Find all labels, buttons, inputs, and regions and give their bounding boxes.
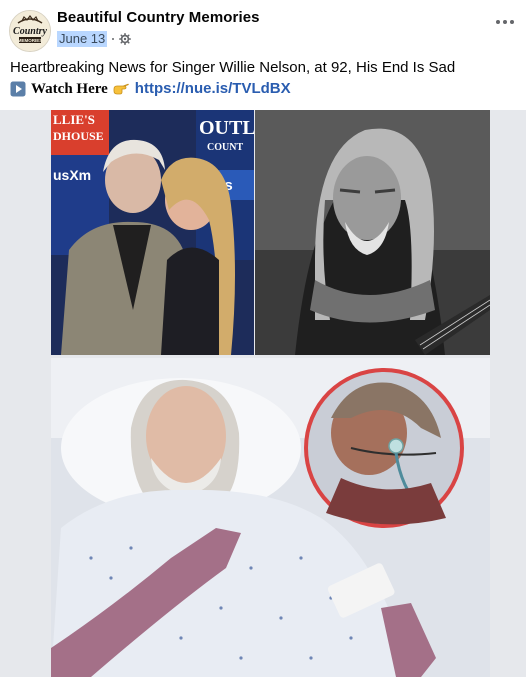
- post-header: Country MEMORIES Beautiful Country Memor…: [0, 0, 526, 56]
- gear-icon[interactable]: [119, 33, 132, 45]
- page-name[interactable]: Beautiful Country Memories: [57, 9, 260, 26]
- pointing-hand-icon: [113, 83, 129, 95]
- post-cta-line: Watch Here https://nue.is/TVLdBX: [10, 79, 520, 99]
- post-meta: June 13: [57, 31, 132, 47]
- photo-guitar-portrait: [255, 110, 490, 355]
- post-headline: Heartbreaking News for Singer Willie Nel…: [10, 59, 456, 76]
- sign-right-mid: COUNT: [207, 142, 243, 153]
- photo-couple: LLIE'S DHOUSE usXm OUTL COUNT irius: [51, 110, 254, 355]
- watch-here-label: Watch Here: [31, 81, 108, 97]
- photo-hospital: [51, 358, 490, 677]
- sign-right-top: OUTL: [199, 117, 254, 139]
- more-options-icon[interactable]: [494, 17, 516, 27]
- post-link[interactable]: https://nue.is/TVLdBX: [135, 79, 291, 99]
- sign-left-top: LLIE'S: [53, 112, 95, 127]
- country-memories-logo: Country MEMORIES: [10, 11, 50, 51]
- page-avatar[interactable]: Country MEMORIES: [9, 10, 51, 52]
- meta-separator: [112, 38, 115, 40]
- post-image[interactable]: LLIE'S DHOUSE usXm OUTL COUNT irius: [0, 110, 526, 677]
- avatar-logo-word1: Country: [13, 26, 47, 37]
- post-date[interactable]: June 13: [57, 31, 108, 47]
- play-button-icon: [10, 81, 26, 97]
- sign-left-mid: DHOUSE: [53, 129, 104, 143]
- avatar-logo-word2: MEMORIES: [18, 38, 43, 43]
- sign-left-radio: usXm: [53, 167, 91, 183]
- post-text: Heartbreaking News for Singer Willie Nel…: [10, 58, 520, 99]
